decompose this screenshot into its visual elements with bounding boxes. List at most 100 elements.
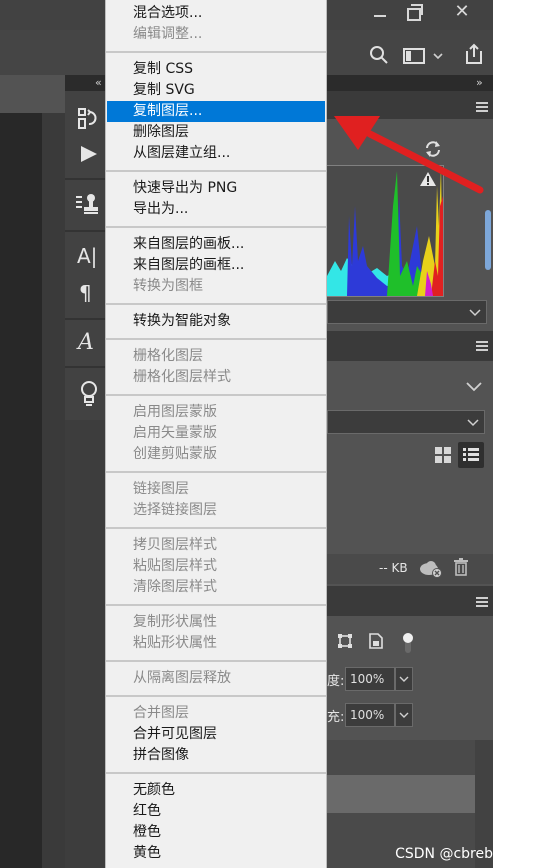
menu-item[interactable]: 来自图层的画框... — [107, 255, 325, 276]
library-select[interactable] — [327, 410, 485, 434]
menu-item[interactable]: 合并可见图层 — [107, 724, 325, 745]
workspace-icon — [403, 48, 443, 64]
menu-separator — [106, 660, 326, 662]
opacity-dropdown-button[interactable] — [395, 667, 413, 691]
list-view-icon — [463, 448, 479, 461]
cloud-sync-button[interactable] — [418, 558, 444, 580]
menu-item: 启用矢量蒙版 — [133, 425, 217, 441]
annotation-arrow-shaft — [366, 130, 484, 194]
filter-toggle[interactable] — [401, 631, 415, 655]
toggle-icon — [403, 633, 413, 653]
chevron-down-icon — [399, 676, 409, 682]
menu-item: 编辑调整... — [133, 26, 203, 42]
restore-button[interactable] — [404, 4, 424, 22]
menu-separator — [106, 303, 326, 305]
collapse-right-button[interactable]: » — [476, 76, 483, 89]
glyphs-panel-button[interactable]: A — [78, 330, 100, 356]
menu-item[interactable]: 橙色 — [107, 822, 325, 843]
menu-item: 从隔离图层释放 — [133, 670, 231, 686]
transform-icon — [338, 634, 352, 648]
menu-item[interactable]: 复制图层... — [107, 101, 325, 122]
menu-separator — [106, 226, 326, 228]
character-icon: A| — [77, 244, 98, 268]
menu-item: 选择链接图层 — [133, 502, 217, 518]
workspace-button[interactable] — [402, 46, 448, 66]
smart-object-filter-button[interactable] — [368, 632, 384, 650]
menu-separator — [106, 604, 326, 606]
fill-label: 充: — [327, 710, 345, 725]
glyphs-icon: A — [78, 330, 94, 355]
library-expand-button[interactable] — [466, 378, 482, 392]
dock-divider-4 — [65, 366, 105, 368]
paragraph-icon: ¶ — [79, 281, 92, 305]
opacity-label: 度: — [327, 674, 345, 689]
annotation-arrow — [334, 116, 484, 194]
trash-icon — [454, 558, 468, 576]
menu-item: 启用图层蒙版 — [133, 404, 217, 420]
menu-item[interactable]: 无颜色 — [107, 780, 325, 801]
fill-dropdown-button[interactable] — [395, 703, 413, 727]
clone-source-panel-button[interactable] — [76, 192, 100, 216]
opacity-input[interactable]: 100% — [345, 667, 395, 691]
menu-item[interactable]: 红色 — [107, 801, 325, 822]
list-view-button[interactable] — [458, 442, 484, 468]
smart-object-icon — [369, 633, 383, 649]
library-panel-header — [327, 331, 493, 361]
paragraph-panel-button[interactable]: ¶ — [79, 281, 101, 305]
menu-item: 转换为图框 — [133, 278, 203, 294]
share-button[interactable] — [460, 42, 484, 66]
library-size-label: -- KB — [379, 561, 408, 575]
menu-item[interactable]: 导出为... — [107, 199, 325, 220]
minimize-icon — [374, 15, 386, 17]
collapse-left-button[interactable]: « — [95, 76, 102, 89]
menu-item[interactable]: 复制 SVG — [107, 80, 325, 101]
actions-panel-button[interactable] — [79, 144, 99, 164]
grid-view-button[interactable] — [434, 446, 452, 464]
menu-separator — [106, 772, 326, 774]
menu-item: 创建剪贴蒙版 — [133, 446, 217, 462]
menu-item[interactable]: 复制 CSS — [107, 59, 325, 80]
layer-row[interactable] — [327, 775, 475, 813]
learn-panel-button[interactable] — [79, 380, 99, 408]
character-panel-button[interactable]: A| — [77, 244, 101, 270]
dock-divider-3 — [65, 318, 105, 320]
library-panel-menu-icon[interactable] — [476, 341, 488, 351]
menu-item: 合并图层 — [133, 705, 189, 721]
menu-item[interactable]: 黄色 — [107, 843, 325, 864]
menu-separator — [106, 695, 326, 697]
menu-item[interactable]: 来自图层的画板... — [107, 234, 325, 255]
menu-separator — [106, 338, 326, 340]
search-button[interactable] — [368, 44, 390, 66]
dock-divider-2 — [65, 230, 105, 232]
histogram-channel-select[interactable] — [327, 300, 487, 324]
menu-item[interactable]: 拼合图像 — [107, 745, 325, 766]
fill-input[interactable]: 100% — [345, 703, 395, 727]
chevron-down-icon — [466, 382, 482, 392]
chevron-down-icon — [399, 712, 409, 718]
menu-item: 栅格化图层样式 — [133, 369, 231, 385]
minimize-button[interactable] — [372, 6, 388, 22]
histogram-scrollbar[interactable] — [485, 210, 491, 270]
close-icon: ✕ — [454, 1, 470, 22]
stamp-icon — [76, 194, 98, 214]
history-panel-button[interactable] — [76, 106, 100, 132]
menu-item[interactable]: 从图层建立组... — [107, 143, 325, 164]
close-button[interactable]: ✕ — [452, 3, 472, 23]
chevron-down-icon — [469, 309, 481, 317]
share-icon — [466, 43, 482, 64]
layers-panel-menu-icon[interactable] — [476, 597, 488, 607]
lightbulb-icon — [81, 381, 97, 406]
search-icon — [370, 46, 388, 64]
delete-button[interactable] — [453, 558, 469, 576]
menu-separator — [106, 394, 326, 396]
fill-value: 100% — [350, 708, 385, 722]
menu-item[interactable]: 混合选项... — [107, 3, 325, 24]
menu-item[interactable]: 转换为智能对象 — [107, 311, 325, 332]
transform-filter-button[interactable] — [337, 633, 353, 649]
document-tab-strip — [0, 75, 65, 113]
menu-item[interactable]: 快速导出为 PNG — [107, 178, 325, 199]
menu-item: 清除图层样式 — [133, 579, 217, 595]
chevron-down-icon — [467, 419, 479, 427]
menu-item[interactable]: 删除图层 — [107, 122, 325, 143]
menu-item: 栅格化图层 — [133, 348, 203, 364]
